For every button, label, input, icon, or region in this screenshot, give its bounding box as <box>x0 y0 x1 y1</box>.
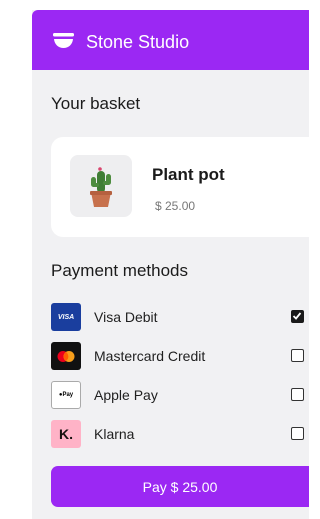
payment-option-label: Mastercard Credit <box>94 348 206 364</box>
klarna-icon: K. <box>51 420 81 448</box>
payment-option-checkbox[interactable] <box>291 427 304 440</box>
brand-name: Stone Studio <box>86 32 190 52</box>
product-price: $ 25.00 <box>155 199 196 213</box>
visa-icon: VISA <box>51 303 81 331</box>
app-header: Stone Studio <box>32 10 309 70</box>
payment-option-checkbox[interactable] <box>291 349 304 362</box>
cactus-pot-icon <box>90 167 112 207</box>
bowl-icon <box>53 33 74 48</box>
payment-option-label: Klarna <box>94 426 135 442</box>
payment-option-apple-pay[interactable]: ●Pay Apple Pay <box>51 381 309 411</box>
payment-option-checkbox[interactable] <box>291 388 304 401</box>
payment-option-visa[interactable]: VISA Visa Debit <box>51 303 309 333</box>
payment-option-checkbox[interactable] <box>291 310 304 323</box>
mastercard-icon <box>51 342 81 370</box>
apple-pay-icon: ●Pay <box>51 381 81 409</box>
checkout-panel: Stone Studio Your basket Plant pot $ 25.… <box>32 10 309 519</box>
product-name: Plant pot <box>152 165 225 184</box>
payment-methods-heading: Payment methods <box>51 261 189 280</box>
payment-option-klarna[interactable]: K. Klarna <box>51 420 309 450</box>
check-icon <box>292 312 302 320</box>
pay-button[interactable]: Pay $ 25.00 <box>51 466 309 507</box>
payment-option-label: Visa Debit <box>94 309 158 325</box>
product-thumbnail <box>70 155 132 217</box>
payment-option-mastercard[interactable]: Mastercard Credit <box>51 342 309 372</box>
basket-item-card[interactable]: Plant pot $ 25.00 <box>51 137 309 237</box>
basket-heading: Your basket <box>51 94 141 113</box>
payment-option-label: Apple Pay <box>94 387 158 403</box>
